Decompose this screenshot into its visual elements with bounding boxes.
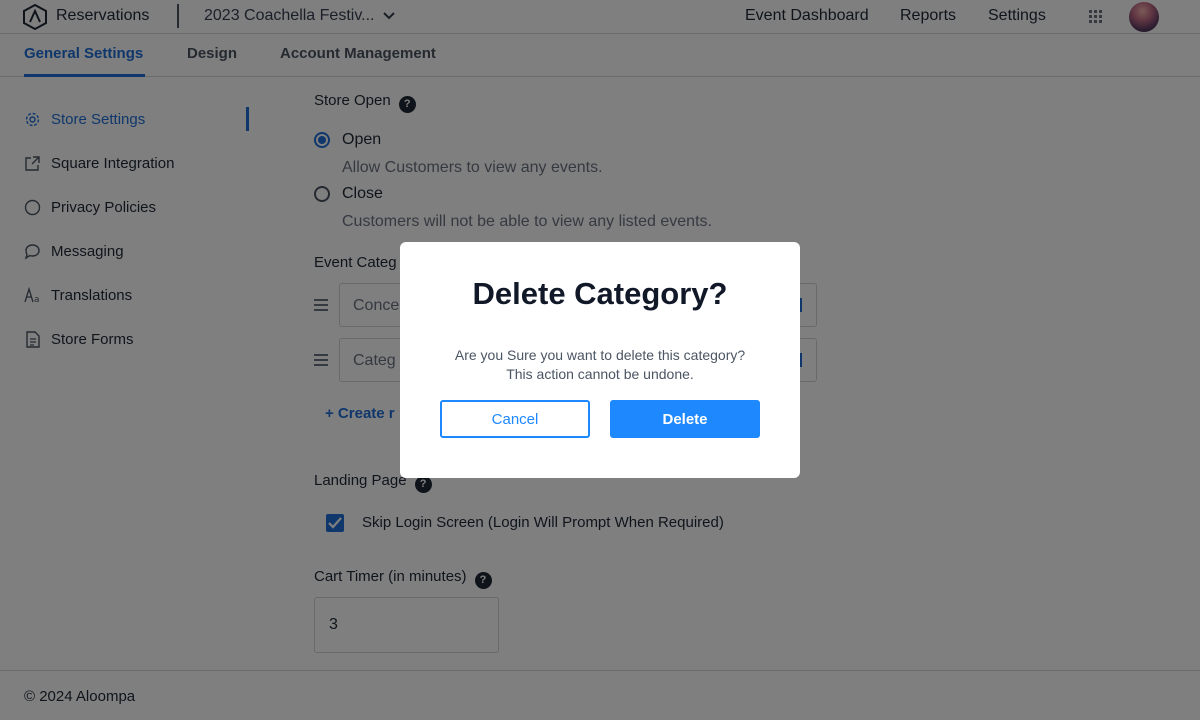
delete-category-dialog: Delete Category? Are you Sure you want t… bbox=[400, 242, 800, 478]
dialog-message-line: This action cannot be undone. bbox=[506, 366, 694, 382]
dialog-title: Delete Category? bbox=[472, 276, 728, 311]
cancel-button[interactable]: Cancel bbox=[440, 400, 590, 438]
dialog-message-line: Are you Sure you want to delete this cat… bbox=[454, 347, 746, 363]
dialog-message: Are you Sure you want to delete this cat… bbox=[430, 346, 770, 384]
delete-button[interactable]: Delete bbox=[610, 400, 760, 438]
